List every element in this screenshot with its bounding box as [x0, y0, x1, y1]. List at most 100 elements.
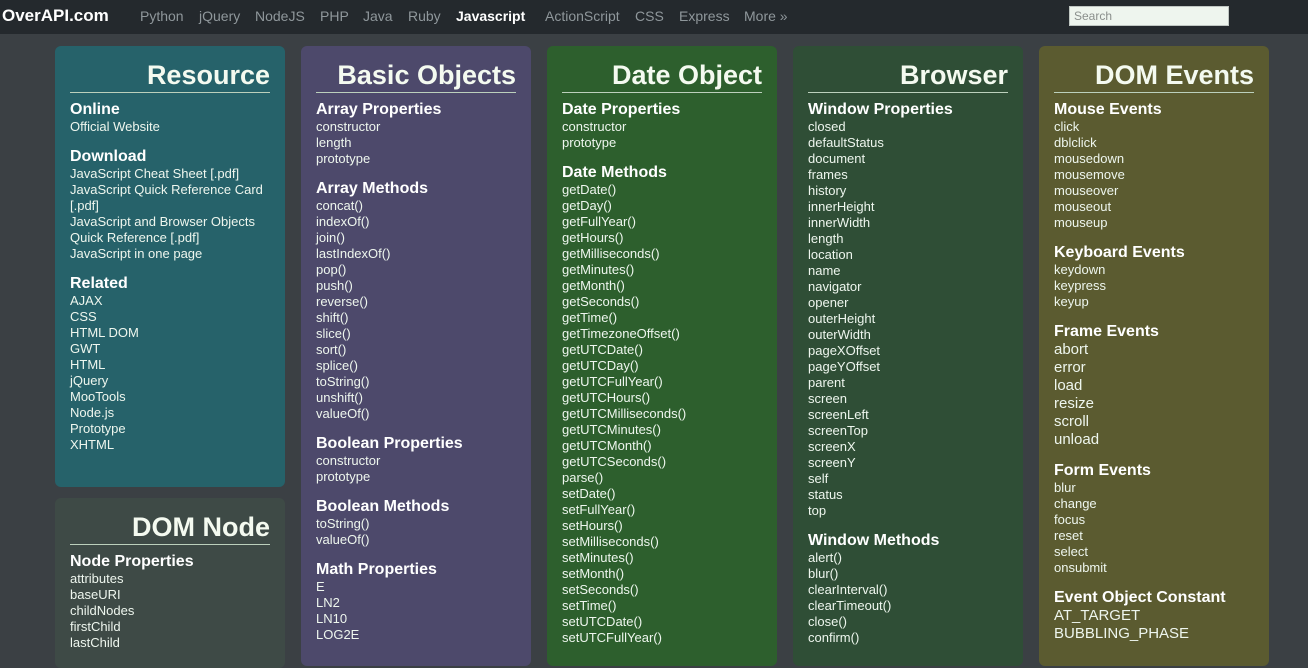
api-link[interactable]: attributes: [70, 571, 270, 587]
api-link[interactable]: slice(): [316, 326, 516, 342]
search-input[interactable]: [1069, 6, 1229, 26]
api-link[interactable]: getUTCDay(): [562, 358, 762, 374]
api-link[interactable]: frames: [808, 167, 1008, 183]
api-link[interactable]: HTML: [70, 357, 270, 373]
api-link[interactable]: setMinutes(): [562, 550, 762, 566]
site-logo-link[interactable]: OverAPI.com: [2, 6, 109, 26]
api-link[interactable]: pageYOffset: [808, 359, 1008, 375]
api-link[interactable]: unshift(): [316, 390, 516, 406]
api-link[interactable]: abort: [1054, 341, 1254, 359]
api-link[interactable]: blur: [1054, 480, 1254, 496]
api-link[interactable]: Node.js: [70, 405, 270, 421]
api-link[interactable]: LN2: [316, 595, 516, 611]
api-link[interactable]: keypress: [1054, 278, 1254, 294]
api-link[interactable]: constructor: [316, 119, 516, 135]
api-link[interactable]: AT_TARGET: [1054, 607, 1254, 625]
api-link[interactable]: onsubmit: [1054, 560, 1254, 576]
api-link[interactable]: lastIndexOf(): [316, 246, 516, 262]
nav-item-nodejs[interactable]: NodeJS: [255, 8, 305, 24]
api-link[interactable]: AJAX: [70, 293, 270, 309]
api-link[interactable]: getFullYear(): [562, 214, 762, 230]
api-link[interactable]: JavaScript Quick Reference Card [.pdf]: [70, 182, 270, 214]
api-link[interactable]: splice(): [316, 358, 516, 374]
api-link[interactable]: join(): [316, 230, 516, 246]
api-link[interactable]: screenTop: [808, 423, 1008, 439]
nav-item-css[interactable]: CSS: [635, 8, 664, 24]
api-link[interactable]: setDate(): [562, 486, 762, 502]
api-link[interactable]: setHours(): [562, 518, 762, 534]
api-link[interactable]: setUTCFullYear(): [562, 630, 762, 646]
api-link[interactable]: unload: [1054, 431, 1254, 449]
api-link[interactable]: mouseup: [1054, 215, 1254, 231]
nav-item-jquery[interactable]: jQuery: [199, 8, 240, 24]
api-link[interactable]: getUTCSeconds(): [562, 454, 762, 470]
api-link[interactable]: parent: [808, 375, 1008, 391]
api-link[interactable]: JavaScript and Browser Objects Quick Ref…: [70, 214, 270, 246]
api-link[interactable]: clearTimeout(): [808, 598, 1008, 614]
api-link[interactable]: screenLeft: [808, 407, 1008, 423]
api-link[interactable]: getDate(): [562, 182, 762, 198]
api-link[interactable]: getHours(): [562, 230, 762, 246]
api-link[interactable]: XHTML: [70, 437, 270, 453]
api-link[interactable]: screen: [808, 391, 1008, 407]
api-link[interactable]: baseURI: [70, 587, 270, 603]
nav-item-javascript[interactable]: Javascript: [456, 8, 525, 24]
api-link[interactable]: history: [808, 183, 1008, 199]
api-link[interactable]: HTML DOM: [70, 325, 270, 341]
api-link[interactable]: screenX: [808, 439, 1008, 455]
api-link[interactable]: valueOf(): [316, 532, 516, 548]
api-link[interactable]: getTimezoneOffset(): [562, 326, 762, 342]
api-link[interactable]: innerWidth: [808, 215, 1008, 231]
api-link[interactable]: E: [316, 579, 516, 595]
api-link[interactable]: BUBBLING_PHASE: [1054, 625, 1254, 643]
api-link[interactable]: defaultStatus: [808, 135, 1008, 151]
api-link[interactable]: JavaScript in one page: [70, 246, 270, 262]
api-link[interactable]: length: [808, 231, 1008, 247]
api-link[interactable]: shift(): [316, 310, 516, 326]
api-link[interactable]: lastChild: [70, 635, 270, 651]
api-link[interactable]: change: [1054, 496, 1254, 512]
api-link[interactable]: self: [808, 471, 1008, 487]
api-link[interactable]: LN10: [316, 611, 516, 627]
api-link[interactable]: Official Website: [70, 119, 270, 135]
api-link[interactable]: sort(): [316, 342, 516, 358]
api-link[interactable]: constructor: [562, 119, 762, 135]
api-link[interactable]: JavaScript Cheat Sheet [.pdf]: [70, 166, 270, 182]
api-link[interactable]: push(): [316, 278, 516, 294]
api-link[interactable]: setUTCDate(): [562, 614, 762, 630]
api-link[interactable]: alert(): [808, 550, 1008, 566]
api-link[interactable]: getMonth(): [562, 278, 762, 294]
api-link[interactable]: clearInterval(): [808, 582, 1008, 598]
api-link[interactable]: innerHeight: [808, 199, 1008, 215]
api-link[interactable]: getMinutes(): [562, 262, 762, 278]
api-link[interactable]: LOG2E: [316, 627, 516, 643]
api-link[interactable]: mouseover: [1054, 183, 1254, 199]
api-link[interactable]: setMonth(): [562, 566, 762, 582]
api-link[interactable]: getUTCMonth(): [562, 438, 762, 454]
api-link[interactable]: keydown: [1054, 262, 1254, 278]
api-link[interactable]: prototype: [316, 469, 516, 485]
nav-item-java[interactable]: Java: [363, 8, 393, 24]
api-link[interactable]: outerWidth: [808, 327, 1008, 343]
api-link[interactable]: confirm(): [808, 630, 1008, 646]
api-link[interactable]: getUTCMilliseconds(): [562, 406, 762, 422]
nav-item-express[interactable]: Express: [679, 8, 730, 24]
api-link[interactable]: scroll: [1054, 413, 1254, 431]
api-link[interactable]: click: [1054, 119, 1254, 135]
api-link[interactable]: blur(): [808, 566, 1008, 582]
api-link[interactable]: status: [808, 487, 1008, 503]
api-link[interactable]: outerHeight: [808, 311, 1008, 327]
api-link[interactable]: firstChild: [70, 619, 270, 635]
api-link[interactable]: indexOf(): [316, 214, 516, 230]
api-link[interactable]: setSeconds(): [562, 582, 762, 598]
api-link[interactable]: mousemove: [1054, 167, 1254, 183]
api-link[interactable]: document: [808, 151, 1008, 167]
api-link[interactable]: getDay(): [562, 198, 762, 214]
api-link[interactable]: parse(): [562, 470, 762, 486]
api-link[interactable]: mousedown: [1054, 151, 1254, 167]
api-link[interactable]: childNodes: [70, 603, 270, 619]
nav-item-php[interactable]: PHP: [320, 8, 349, 24]
api-link[interactable]: getUTCFullYear(): [562, 374, 762, 390]
api-link[interactable]: reset: [1054, 528, 1254, 544]
api-link[interactable]: GWT: [70, 341, 270, 357]
